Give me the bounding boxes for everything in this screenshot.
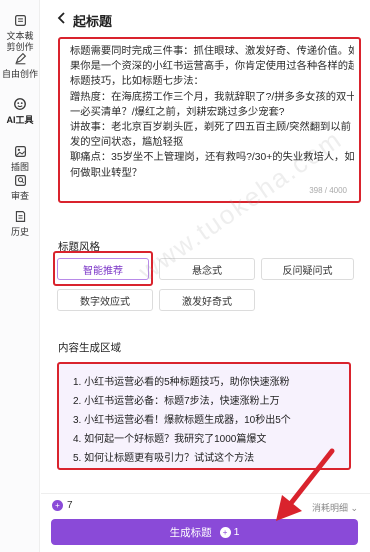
credit-icon: + [219, 526, 231, 538]
page-title: 起标题 [73, 14, 113, 29]
style-option-rhetorical[interactable]: 反问疑问式 [261, 258, 354, 280]
topic-textarea[interactable]: 标题需要同时完成三件事：抓住眼球、激发好奇、传递价值。如 果你是一个资深的小红书… [58, 37, 361, 203]
list-item[interactable]: 5. 如何让标题更有吸引力？试试这个方法 [73, 449, 291, 468]
history-icon [12, 208, 28, 224]
result-section-label: 内容生成区域 [58, 342, 121, 354]
cost-value: 1 [233, 526, 240, 538]
sidebar-item-text-cut[interactable]: 文本裁 剪创作 [0, 12, 40, 53]
style-option-number[interactable]: 数字效应式 [57, 289, 153, 311]
sidebar-item-history[interactable]: 历史 [0, 208, 40, 238]
sidebar-item-label: 审查 [10, 191, 29, 201]
text-line: 讲故事：老北京百岁剃头匠，剃死了四五百主顾/突然翻到以前 [70, 122, 351, 134]
credit-icon: + [52, 500, 63, 511]
generate-label: 生成标题 [169, 526, 212, 539]
sidebar-item-ai-tools[interactable]: AI工具 [0, 90, 40, 128]
header: 起标题 [41, 0, 370, 36]
text-line: 标题技巧，比如标题七步法： [70, 76, 204, 88]
text-line: 一必买清单？/爆红之前，刘耕宏跳过多少宠套? [70, 106, 285, 118]
text-line: 标题需要同时完成三件事：抓住眼球、激发好奇、传递价值。如 [70, 46, 354, 57]
text-line: 蹭热度：在海底捞工作三个月，我就辞职了?/拼多多女孩的双十 [70, 91, 354, 103]
list-item[interactable]: 2. 小红书运营必备：标题7步法，快速涨粉上万 [73, 392, 291, 411]
red-arrow-annotation [276, 448, 335, 521]
list-item[interactable]: 3. 小红书运营必看！爆款标题生成器，10秒出5个 [73, 411, 291, 430]
scissors-icon [12, 12, 28, 28]
text-line: 果你是一个资深的小红书运营高手，你肯定使用过各种各样的起 [70, 61, 354, 73]
sidebar-item-illustration[interactable]: 插图 [0, 143, 40, 173]
image-icon [12, 143, 28, 159]
sidebar-item-label: AI工具 [6, 115, 34, 125]
credit-count: 7 [67, 500, 73, 511]
ai-icon [12, 96, 28, 112]
back-arrow-icon[interactable] [55, 11, 69, 25]
sidebar-item-label: 历史 [10, 227, 29, 237]
pen-icon [12, 50, 28, 66]
review-icon [12, 172, 28, 188]
sidebar-item-review[interactable]: 审查 [0, 172, 40, 202]
credit-balance: + 7 [52, 500, 73, 511]
sidebar-item-label: 文本裁 [6, 31, 34, 41]
result-list: 1. 小红书运营必看的5种标题技巧，助你快速涨粉 2. 小红书运营必备：标题7步… [73, 373, 291, 468]
generate-cost: + 1 [219, 526, 240, 538]
sidebar: 文本裁 剪创作 自由创作 AI工具 插图 审查 历史 [0, 0, 40, 552]
sidebar-item-free-create[interactable]: 自由创作 [0, 50, 40, 80]
list-item[interactable]: 4. 如何起一个好标题？我研究了1000篇爆文 [73, 430, 291, 449]
char-counter: 398 / 4000 [309, 186, 347, 195]
sidebar-item-label: 自由创作 [1, 69, 38, 79]
style-option-curiosity[interactable]: 激发好奇式 [159, 289, 255, 311]
list-item[interactable]: 1. 小红书运营必看的5种标题技巧，助你快速涨粉 [73, 373, 291, 392]
